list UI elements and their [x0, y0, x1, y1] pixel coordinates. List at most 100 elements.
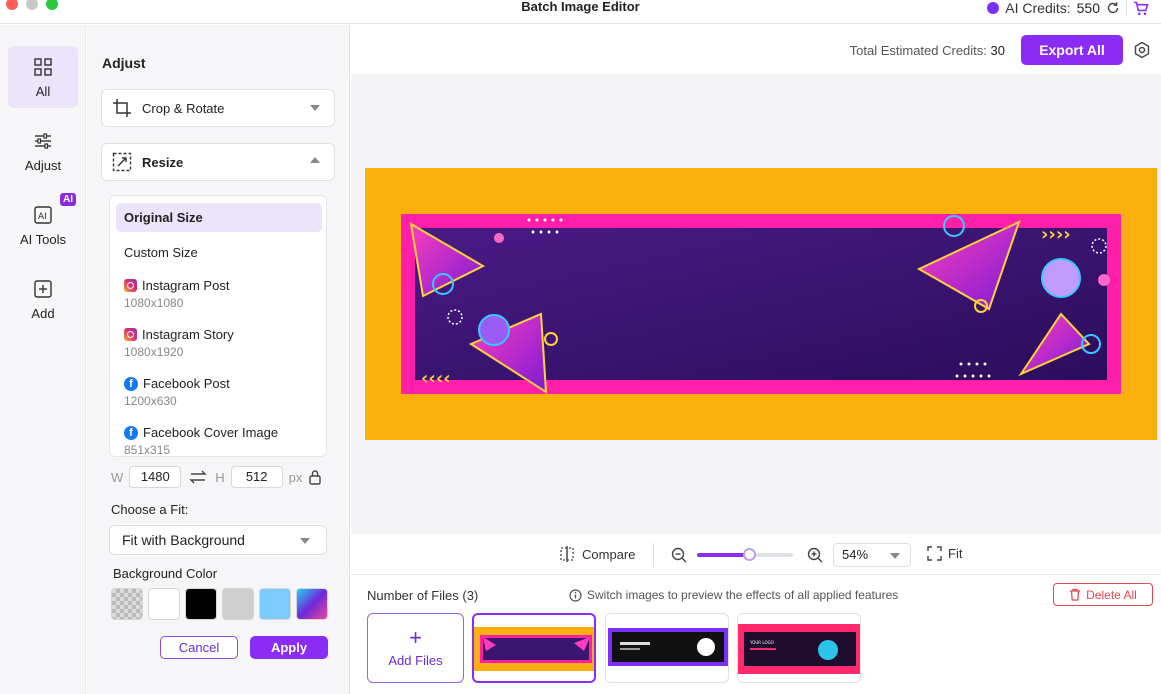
nav-item-ai-tools[interactable]: AI AI Tools	[8, 194, 78, 256]
height-input[interactable]: 512	[230, 466, 283, 488]
resize-icon	[112, 152, 132, 172]
size-option-custom[interactable]: Custom Size	[116, 245, 322, 260]
nav-item-label: Add	[31, 305, 55, 321]
files-bar: Number of Files (3) Switch images to pre…	[351, 576, 1161, 694]
grid-icon	[34, 57, 52, 76]
estimated-credits: Total Estimated Credits: 30	[850, 43, 1005, 58]
credits-divider	[1126, 0, 1127, 16]
files-info-text: Switch images to preview the effects of …	[587, 588, 899, 602]
preview-canvas: ‹‹‹‹ ››››	[365, 168, 1157, 440]
image-preview: ‹‹‹‹ ››››	[351, 74, 1161, 534]
estimated-credits-value: 30	[990, 43, 1005, 58]
size-option-instagram-post[interactable]: Instagram Post 1080x1080	[116, 278, 322, 310]
thumbnail-image	[474, 627, 594, 671]
chevron-up-icon	[310, 157, 320, 163]
size-option-name: Custom Size	[124, 245, 198, 260]
size-preset-list: Original Size Custom Size Instagram Post…	[109, 195, 327, 457]
banner-image: ‹‹‹‹ ››››	[401, 214, 1121, 394]
nav-item-label: Adjust	[24, 157, 62, 173]
svg-text:‹‹‹‹: ‹‹‹‹	[421, 368, 451, 389]
size-option-dimensions: 851x315	[124, 443, 171, 457]
lock-icon[interactable]	[308, 469, 322, 485]
crop-rotate-label: Crop & Rotate	[142, 100, 225, 116]
crop-rotate-section[interactable]: Crop & Rotate	[101, 89, 335, 127]
size-option-dimensions: 1080x1920	[124, 345, 184, 359]
add-files-button[interactable]: + Add Files	[367, 613, 464, 683]
size-option-dimensions: 1200x630	[124, 394, 177, 408]
chevron-down-icon	[890, 553, 900, 559]
instagram-icon	[124, 279, 137, 292]
fit-select-value: Fit with Background	[122, 532, 245, 548]
fit-select[interactable]: Fit with Background	[109, 525, 327, 555]
cancel-button[interactable]: Cancel	[160, 636, 238, 659]
zoom-slider[interactable]	[697, 548, 793, 561]
svg-text:AI: AI	[38, 212, 47, 222]
height-label: H	[215, 469, 225, 485]
ai-credits: AI Credits: 550	[987, 0, 1149, 16]
toolbar-divider	[653, 543, 654, 567]
size-option-name: Facebook Post	[143, 376, 230, 391]
size-option-facebook-post[interactable]: f Facebook Post 1200x630	[116, 376, 322, 408]
chevron-down-icon	[300, 538, 310, 544]
swatch-gray[interactable]	[222, 588, 254, 620]
trash-icon	[1070, 588, 1081, 601]
title-bar: Batch Image Editor AI Credits: 550	[0, 0, 1161, 24]
swatch-white[interactable]	[148, 588, 180, 620]
ai-credit-icon	[987, 2, 1000, 14]
sliders-icon	[35, 132, 51, 149]
chevron-down-icon	[310, 105, 320, 111]
nav-item-adjust[interactable]: Adjust	[8, 120, 78, 182]
size-option-name: Facebook Cover Image	[143, 425, 279, 440]
delete-all-button[interactable]: Delete All	[1053, 583, 1153, 606]
thumbnail-image: YOUR LOGO	[738, 624, 860, 674]
export-all-button[interactable]: Export All	[1021, 35, 1123, 65]
swatch-transparent[interactable]	[111, 588, 143, 620]
nav-item-add[interactable]: Add	[8, 268, 78, 330]
facebook-icon: f	[124, 425, 138, 440]
file-thumbnail[interactable]: YOUR LOGO	[737, 613, 861, 683]
zoom-value: 54%	[842, 547, 869, 562]
cart-icon[interactable]	[1133, 1, 1149, 16]
compare-button[interactable]: Compare	[559, 546, 635, 562]
dimension-row: W 1480 H 512 px	[111, 466, 322, 488]
swatch-black[interactable]	[185, 588, 217, 620]
left-nav: All Adjust AI AI AI Tools Add	[0, 25, 86, 694]
file-thumbnail[interactable]	[605, 613, 729, 683]
ai-tools-icon: AI	[34, 205, 52, 224]
swatch-gradient[interactable]	[296, 588, 328, 620]
size-option-name: Original Size	[124, 210, 203, 225]
background-color-label: Background Color	[113, 566, 218, 581]
resize-section[interactable]: Resize	[101, 143, 335, 181]
width-label: W	[111, 469, 124, 485]
info-icon	[569, 588, 582, 602]
adjust-panel: Adjust Crop & Rotate Resize Original Siz…	[87, 25, 350, 694]
fit-button[interactable]: Fit	[927, 546, 962, 561]
refresh-icon[interactable]	[1106, 1, 1120, 15]
swap-icon[interactable]	[187, 470, 209, 484]
settings-icon[interactable]	[1133, 41, 1151, 59]
apply-button[interactable]: Apply	[250, 636, 328, 659]
zoom-in-icon[interactable]	[807, 547, 823, 563]
files-info: Switch images to preview the effects of …	[569, 588, 898, 602]
add-square-icon	[34, 279, 52, 298]
size-option-dimensions: 1080x1080	[124, 296, 184, 310]
size-option-name: Instagram Post	[142, 278, 230, 293]
thumbnail-logo-text: YOUR LOGO	[749, 640, 774, 645]
size-option-facebook-cover[interactable]: f Facebook Cover Image 851x315	[116, 425, 322, 457]
compare-icon	[560, 546, 574, 562]
fit-label: Choose a Fit:	[111, 502, 189, 517]
nav-item-all[interactable]: All	[8, 46, 78, 108]
estimated-credits-label: Total Estimated Credits:	[849, 43, 987, 58]
width-input[interactable]: 1480	[129, 466, 182, 488]
swatch-blue[interactable]	[259, 588, 291, 620]
background-swatches	[111, 588, 328, 620]
thumbnail-image	[608, 628, 728, 666]
size-option-instagram-story[interactable]: Instagram Story 1080x1920	[116, 327, 322, 359]
add-files-label: Add Files	[388, 652, 443, 668]
zoom-select[interactable]: 54%	[833, 543, 911, 567]
zoom-out-icon[interactable]	[671, 547, 687, 563]
zoom-slider-handle[interactable]	[743, 548, 756, 561]
file-thumbnail[interactable]	[472, 613, 596, 683]
size-option-original[interactable]: Original Size	[116, 203, 322, 232]
files-count: Number of Files (3)	[367, 588, 479, 603]
